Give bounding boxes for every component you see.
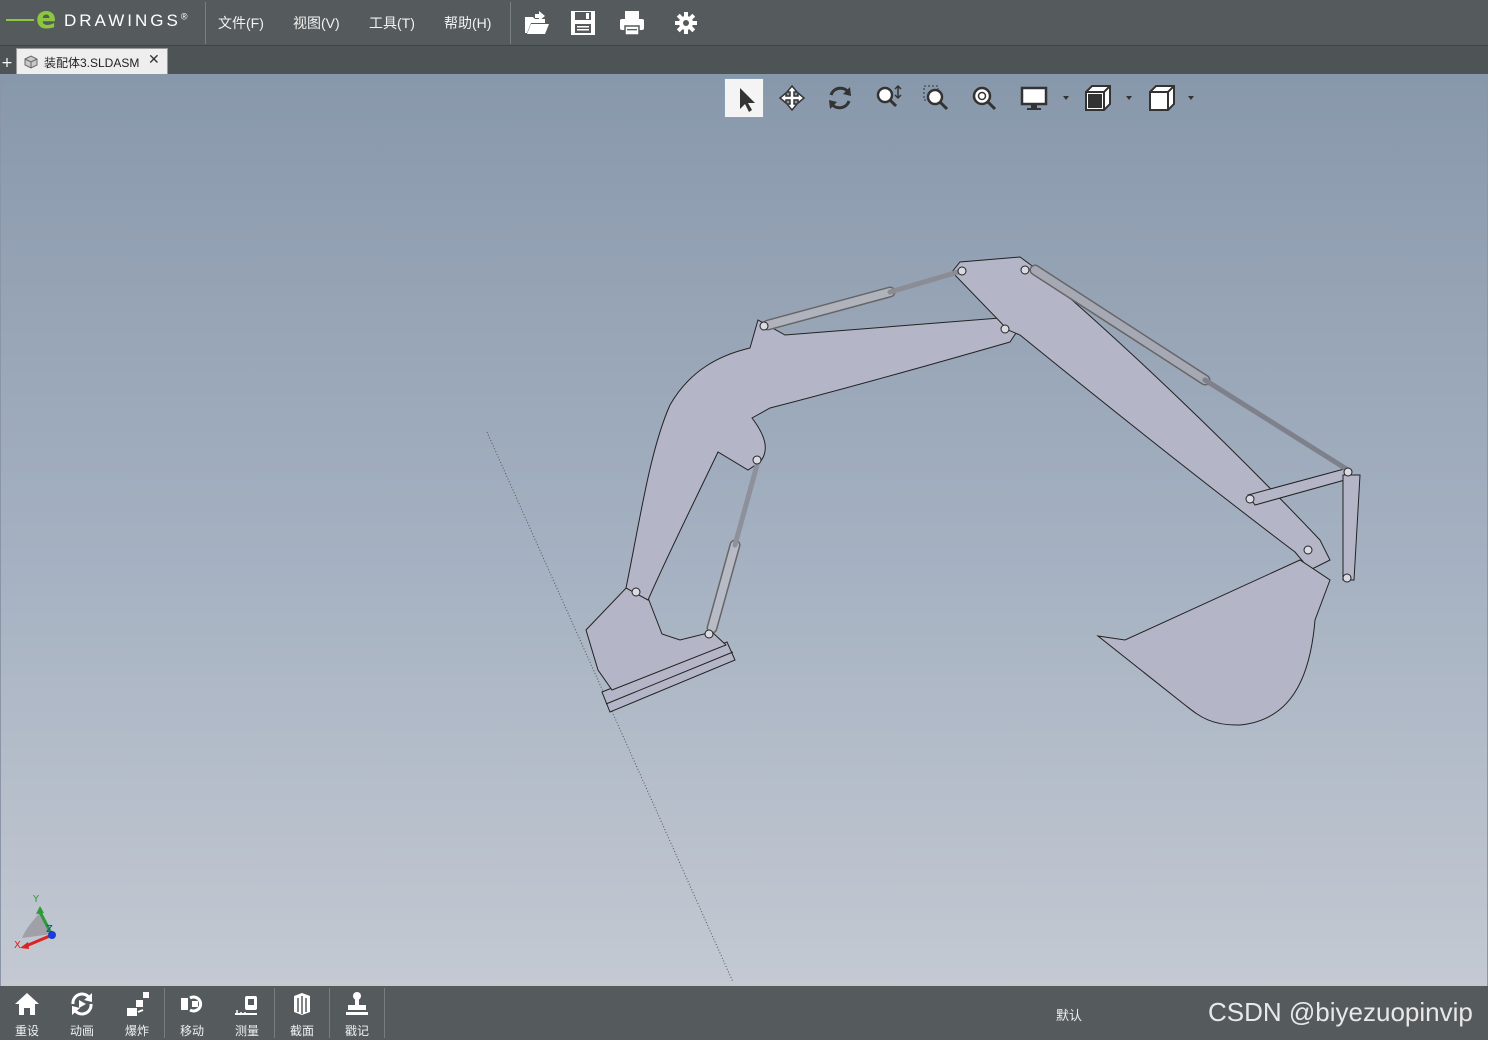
animate-label: 动画 — [69, 1024, 94, 1038]
stick-arm — [951, 256, 1331, 571]
stamp-icon — [346, 992, 368, 1015]
rotate-icon[interactable] — [820, 78, 860, 118]
triad-z-label: Z — [46, 924, 53, 935]
bucket-rocker — [1342, 474, 1361, 581]
zoom-to-fit-icon[interactable] — [868, 78, 908, 118]
explode-button[interactable]: 爆炸 — [110, 988, 164, 1038]
triad-y-label: Y — [32, 894, 40, 905]
pan-icon[interactable] — [772, 78, 812, 118]
measure-label: 测量 — [234, 1024, 259, 1038]
boom-cylinder-barrel — [764, 288, 894, 329]
lift-cylinder-barrel — [708, 541, 739, 632]
home-icon — [15, 993, 39, 1015]
zoom-icon[interactable] — [964, 78, 1004, 118]
measure-icon — [235, 996, 257, 1015]
reset-label: 重设 — [14, 1024, 39, 1038]
configuration-status[interactable]: 默认 — [1056, 1005, 1082, 1024]
standard-views-icon[interactable] — [1142, 78, 1202, 118]
triad-x-label: X — [14, 940, 21, 951]
section-label: 截面 — [289, 1024, 314, 1038]
reset-button[interactable]: 重设 — [0, 988, 54, 1038]
bucket — [1096, 559, 1331, 726]
zoom-area-icon[interactable] — [916, 78, 956, 118]
measure-button[interactable]: 测量 — [220, 988, 274, 1038]
explode-icon — [127, 992, 149, 1016]
section-icon — [294, 993, 310, 1015]
section-button[interactable]: 截面 — [275, 988, 329, 1038]
stamp-button[interactable]: 戳记 — [330, 988, 384, 1038]
move-button[interactable]: 移动 — [165, 988, 219, 1038]
boom-cylinder-rod — [887, 269, 961, 295]
move-label: 移动 — [179, 1024, 204, 1038]
coordinate-triad: Y X Z — [14, 894, 56, 951]
animate-icon — [71, 992, 93, 1016]
bottom-divider — [384, 988, 385, 1038]
lift-cylinder-rod — [732, 462, 760, 548]
animate-button[interactable]: 动画 — [55, 988, 109, 1038]
boom-arm — [625, 317, 1019, 601]
move-icon — [181, 995, 203, 1013]
excavator-arm-model[interactable] — [0, 0, 1488, 1040]
view-orientation-icon[interactable] — [1078, 78, 1138, 118]
stamp-label: 戳记 — [344, 1024, 369, 1038]
watermark-text: CSDN @biyezuopinvip — [1208, 997, 1473, 1027]
explode-label: 爆炸 — [124, 1024, 149, 1038]
select-arrow-icon[interactable] — [724, 78, 764, 118]
display-style-icon[interactable] — [1014, 78, 1074, 118]
